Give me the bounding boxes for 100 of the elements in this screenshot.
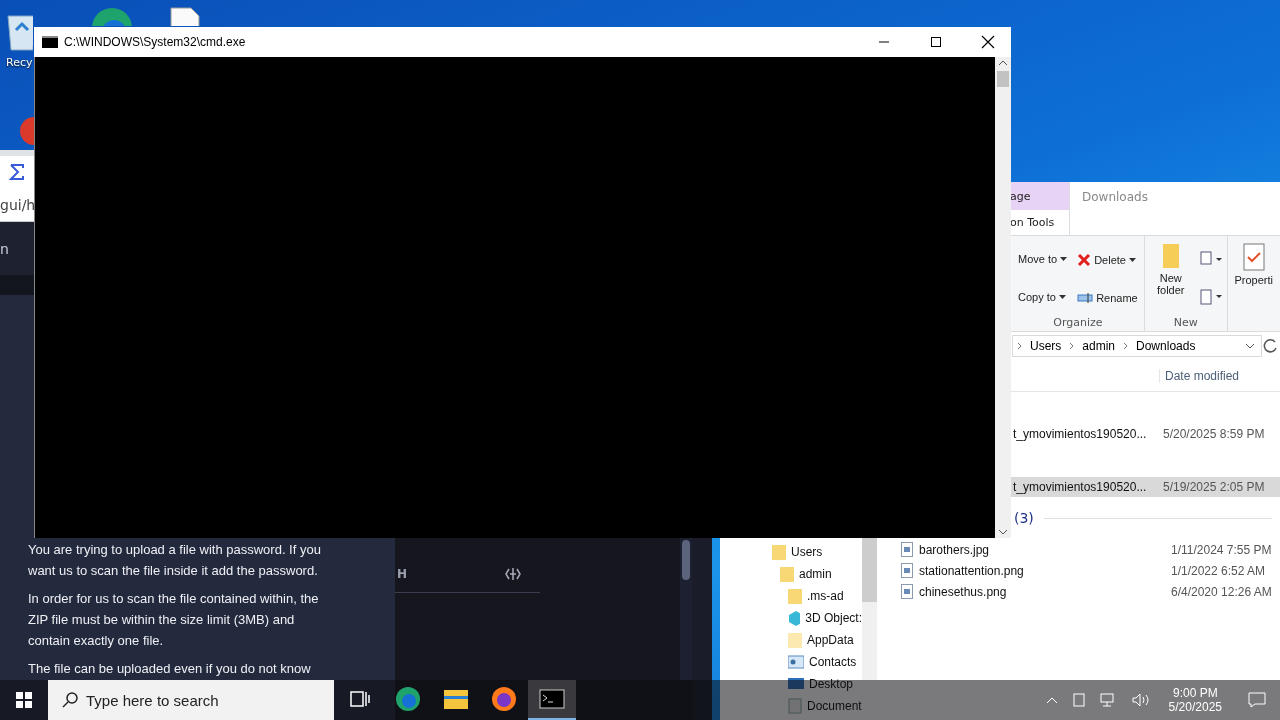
copy-to-button[interactable]: Copy to	[1016, 289, 1070, 305]
search-icon	[62, 692, 78, 708]
file-row[interactable]: barothers.jpg 1/11/2024 7:55 PM	[877, 539, 1280, 560]
scrollbar[interactable]	[995, 57, 1011, 538]
file-date: 5/20/2025 8:59 PM	[1163, 427, 1265, 441]
tree-item[interactable]: AppData	[722, 629, 862, 651]
ribbon-tab-group: on Tools	[1010, 210, 1069, 235]
delete-x-icon	[1077, 252, 1092, 267]
search-field[interactable]: Type here to search	[48, 680, 334, 720]
file-row[interactable]: stationattention.png 1/1/2022 6:52 AM	[877, 560, 1280, 581]
scrollbar[interactable]	[680, 538, 692, 680]
desktop-icon-label: Recy	[5, 56, 33, 69]
tree-label: AppData	[807, 633, 854, 647]
file-name: chinesethus.png	[919, 584, 1008, 599]
scrollbar[interactable]	[862, 538, 877, 680]
group-label: New	[1172, 316, 1199, 329]
file-row[interactable]: chinesethus.png 6/4/2020 12:26 AM	[877, 581, 1280, 602]
file-name: stationattention.png	[919, 563, 1025, 578]
terminal-icon	[42, 36, 58, 48]
caret-icon	[1128, 257, 1136, 262]
firefox-icon	[491, 686, 517, 712]
folder-icon	[772, 544, 786, 560]
contacts-icon	[788, 655, 804, 669]
rename-icon	[1077, 291, 1094, 304]
tree-item[interactable]: Users	[722, 541, 862, 563]
task-view-icon	[350, 690, 370, 708]
taskbar-app-button[interactable]	[528, 680, 576, 720]
new-folder-button[interactable]: New folder	[1148, 240, 1193, 316]
chevron-down-icon[interactable]	[1245, 343, 1255, 349]
tree-label: admin	[799, 567, 832, 581]
windows-icon	[16, 692, 32, 708]
file-date: 1/1/2022 6:52 AM	[1171, 563, 1266, 578]
terminal-icon	[539, 689, 565, 709]
close-icon	[981, 35, 995, 49]
address-bar[interactable]: Users admin Downloads	[1012, 335, 1262, 357]
browser-tab[interactable]	[0, 156, 34, 188]
rename-button[interactable]: Rename	[1075, 289, 1140, 306]
breadcrumb-item[interactable]: Downloads	[1136, 339, 1196, 353]
tree-item[interactable]: 3D Object:	[722, 607, 862, 629]
file-name: t_ymovimientos190520...	[1013, 480, 1148, 494]
tree-item[interactable]: Document	[722, 695, 862, 717]
group-label: Organize	[1052, 316, 1104, 329]
tree-item[interactable]: Contacts	[722, 651, 862, 673]
properties-icon	[1241, 242, 1266, 272]
image-file-icon	[901, 542, 913, 557]
file-name: barothers.jpg	[919, 542, 991, 557]
properties-button[interactable]: Properti	[1231, 240, 1276, 288]
chevron-right-icon	[1123, 342, 1129, 350]
chevron-right-icon	[1069, 342, 1075, 350]
ribbon-tab[interactable]: age	[1010, 182, 1069, 210]
tree-item[interactable]: admin	[722, 563, 862, 585]
code-brackets-icon[interactable]	[504, 565, 522, 582]
maximize-icon	[930, 36, 942, 48]
file-date: 5/19/2025 2:05 PM	[1163, 480, 1265, 494]
group-count[interactable]: (3)	[1014, 510, 1034, 526]
cube-icon	[788, 610, 801, 626]
tree-item[interactable]: Desktop	[722, 673, 862, 695]
scroll-thumb[interactable]	[997, 71, 1009, 87]
folder-icon	[788, 588, 802, 604]
folder-icon	[780, 566, 794, 582]
panel-heading: H	[397, 566, 408, 581]
caret-icon	[1058, 295, 1066, 299]
folder-icon	[443, 688, 469, 710]
dialog-paragraph: The file can be uploaded even if you do not know	[28, 660, 312, 678]
window-title: C:\WINDOWS\System32\cmd.exe	[64, 35, 247, 49]
breadcrumb-item[interactable]: admin	[1082, 339, 1116, 353]
edge-icon	[395, 686, 421, 712]
file-date: 6/4/2020 12:26 AM	[1171, 584, 1272, 599]
clock[interactable]: 9:00 PM 5/20/2025	[1160, 686, 1230, 714]
tree-label: Contacts	[809, 655, 857, 669]
move-to-button[interactable]: Move to	[1016, 251, 1070, 267]
dialog-paragraph: In order for us to scan the file contained within, the ZIP file must be within the size limit (3MB) and contain exactly one file.	[28, 590, 320, 650]
tree-label: 3D Object:	[805, 611, 862, 625]
tree-label: Users	[791, 545, 823, 559]
tree-label: .ms-ad	[807, 589, 844, 603]
new-item-icon[interactable]	[1198, 251, 1223, 267]
delete-button[interactable]: Delete	[1075, 250, 1140, 269]
tree-label: Document	[807, 699, 862, 713]
column-header[interactable]: Date modified	[1159, 368, 1240, 383]
file-date: 1/11/2024 7:55 PM	[1171, 542, 1272, 557]
caret-icon	[1060, 257, 1068, 261]
file-row[interactable]: t_ymovimientos190520... 5/19/2025 2:05 PM	[1011, 477, 1280, 497]
tree-item[interactable]: .ms-ad	[722, 585, 862, 607]
breadcrumb-item[interactable]: Users	[1030, 339, 1062, 353]
image-file-icon	[901, 563, 913, 578]
refresh-icon[interactable]	[1262, 337, 1280, 355]
clock-time: 9:00 PM	[1172, 686, 1218, 700]
sigma-icon	[8, 163, 26, 181]
easy-access-icon[interactable]	[1198, 289, 1223, 305]
documents-icon	[788, 698, 802, 714]
folder-icon	[788, 632, 802, 648]
header-text: n	[0, 240, 9, 257]
clock-date: 5/20/2025	[1168, 700, 1222, 714]
file-row[interactable]: t_ymovimientos190520... 5/20/2025 8:59 PM	[1011, 424, 1280, 444]
file-name: t_ymovimientos190520...	[1013, 427, 1148, 441]
desktop-icon	[788, 677, 804, 691]
window-title: Downloads	[1081, 189, 1148, 206]
address-bar[interactable]: gui/h	[0, 196, 36, 213]
tree-label: Desktop	[809, 677, 854, 691]
chevron-right-icon	[1017, 342, 1022, 350]
